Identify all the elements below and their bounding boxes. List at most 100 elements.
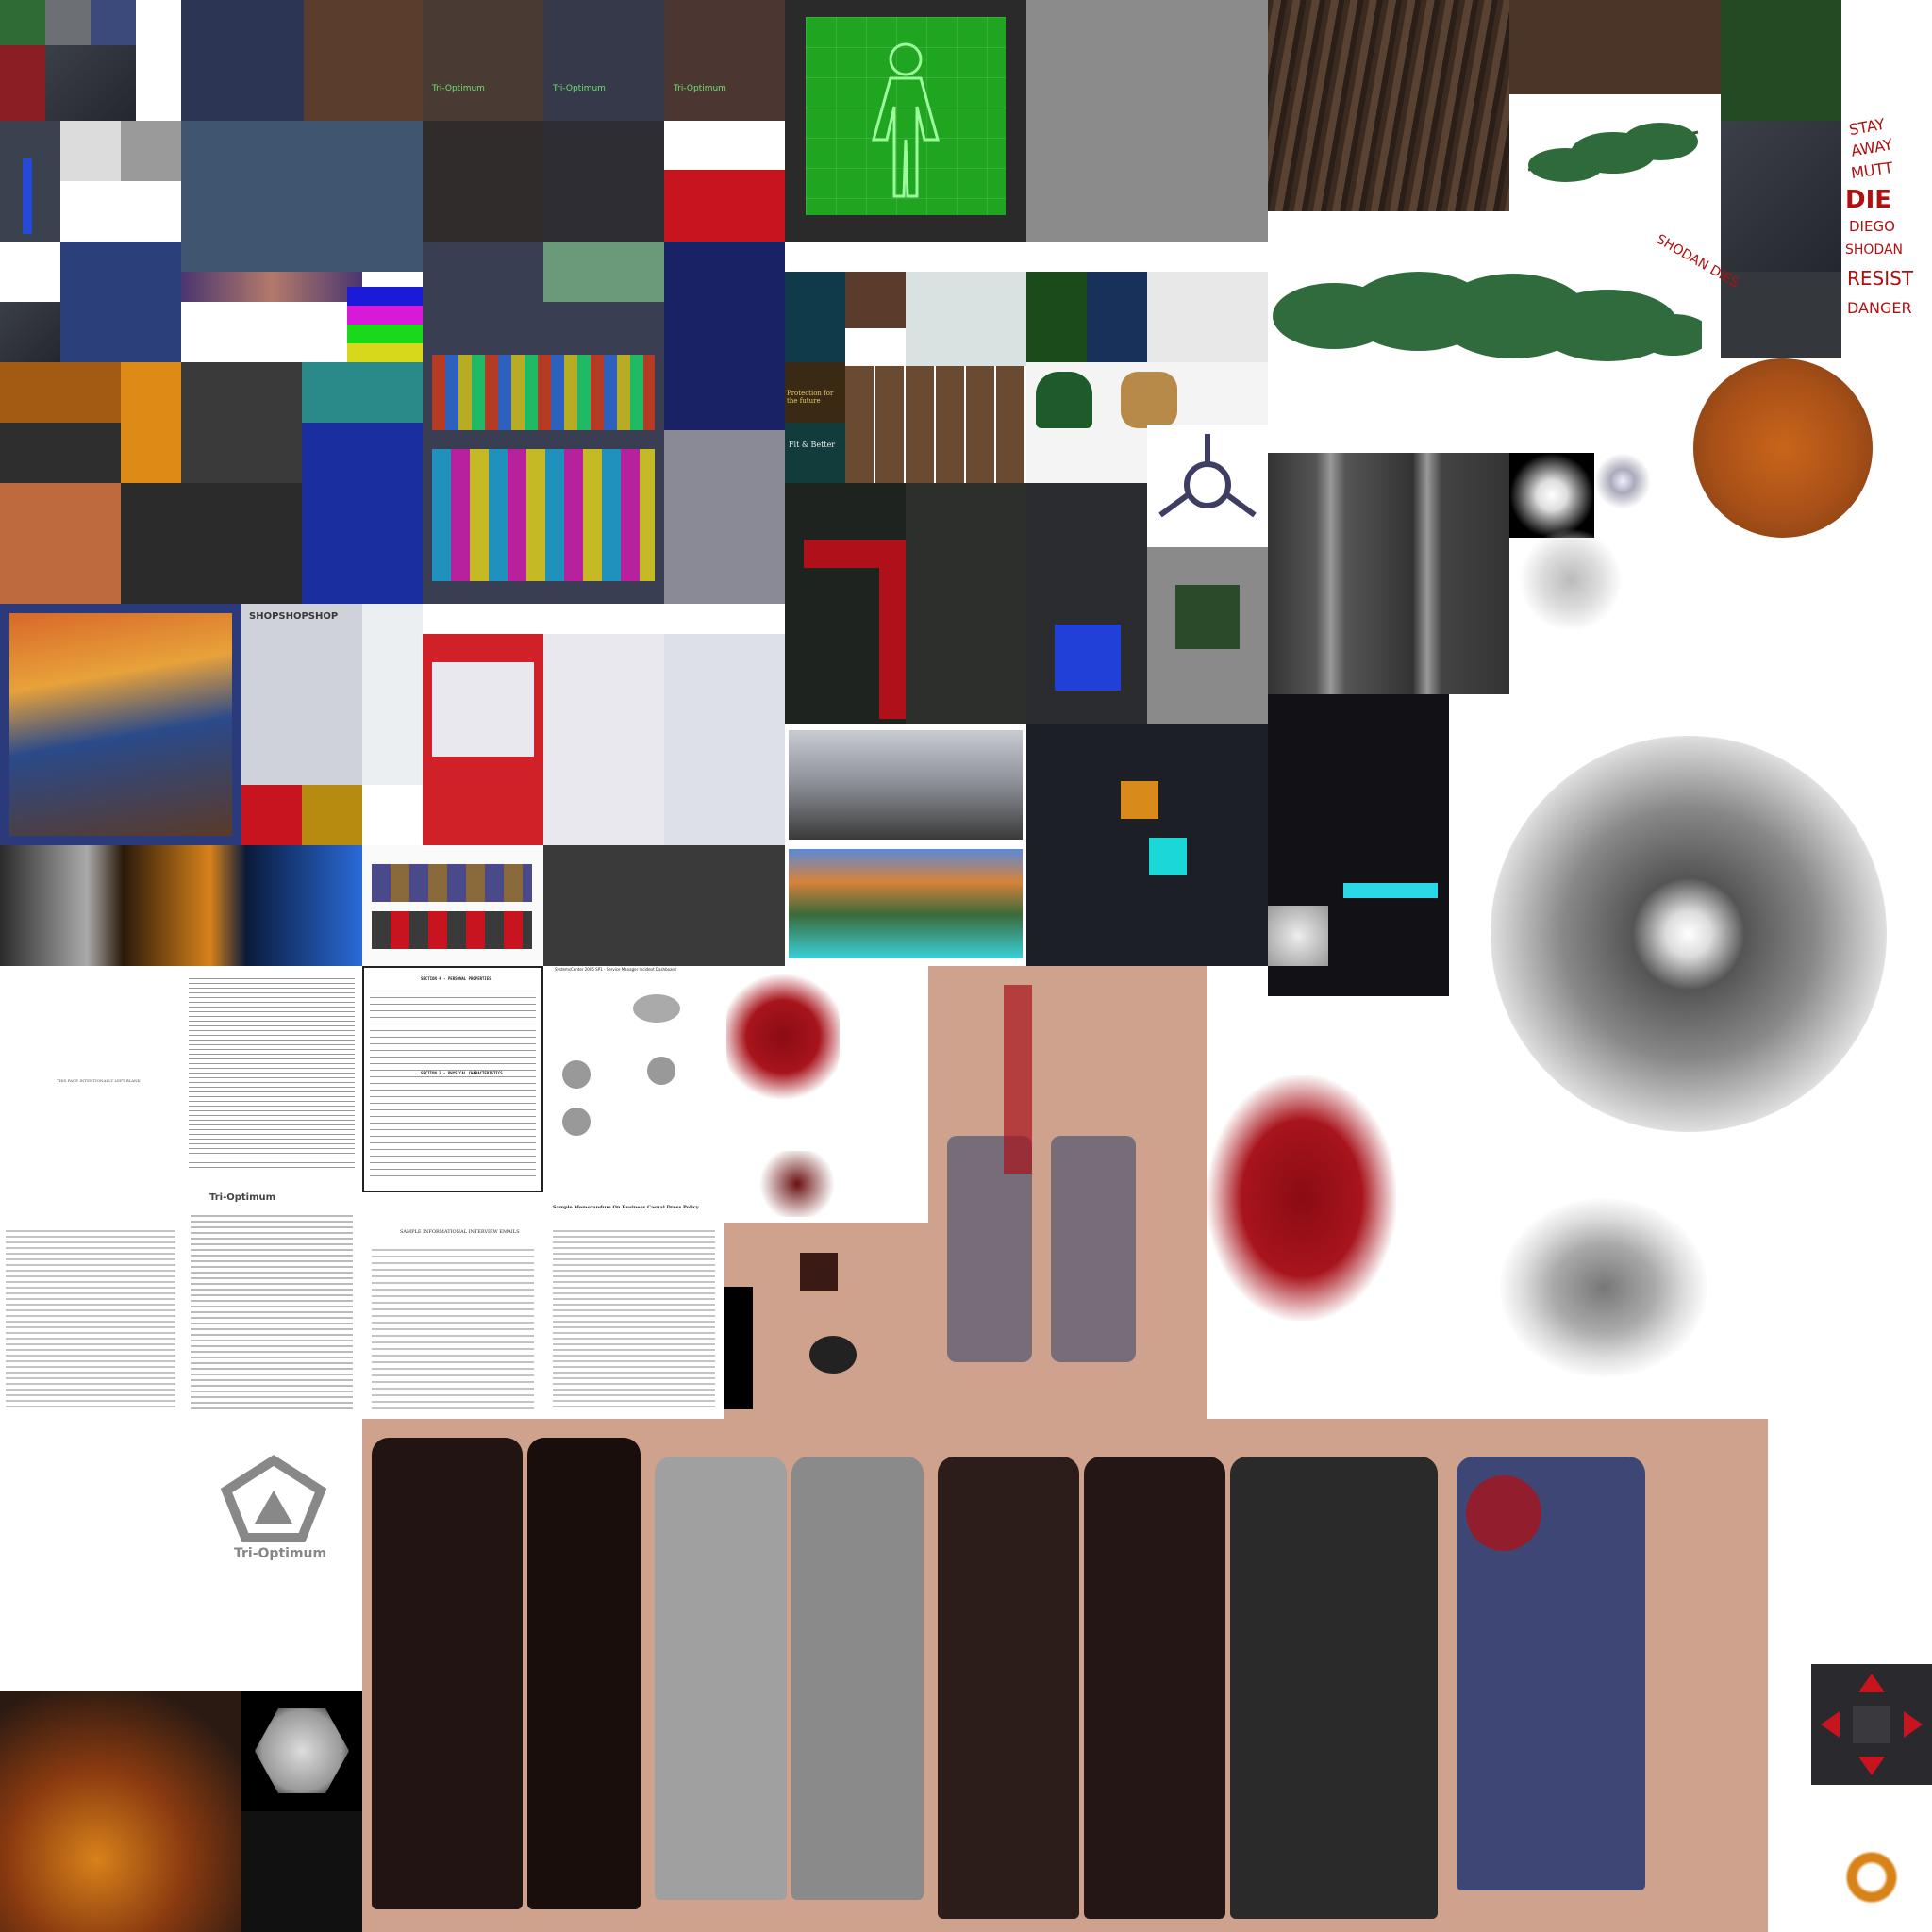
texture-bark-strip [1509,0,1721,94]
pine-branch-small [1527,123,1699,182]
arrow-pad-icon [1821,1674,1923,1775]
texture-tri-claw [1147,425,1268,545]
texture-medical-scanner [785,0,1026,242]
tri-optimum-logo-text: Tri-Optimum [234,1546,327,1561]
shop-sign: SHOPSHOPSHOP [249,611,339,622]
texture-terminal [181,121,423,272]
document-blank-page: THIS PAGE INTENTIONALLY LEFT BLANK [0,966,181,1419]
texture-armory-box [304,0,423,121]
document-financial-table [181,966,362,1177]
texture-fan-panel [1721,121,1841,272]
texture-shop-vending: SHOPSHOPSHOP [242,604,362,785]
texture-vending-machines-top [664,242,785,604]
graffiti-word: DANGER [1847,299,1912,317]
texture-blue-slider [0,121,60,242]
texture-emblem-sheet: Protection for the future Fit & Better [785,272,1026,483]
document-interview-emails: SAMPLE INFORMATIONAL INTERVIEW EMAILS [362,1192,543,1419]
uniform-dark-left [938,1457,1079,1919]
document-memo: Sample Memorandum On Business Casual Dre… [543,1192,724,1419]
texture-dark-wall-b [543,121,664,242]
texture-mountain-rocks [789,730,1023,840]
section-title: SECTION 4 - PERSONAL PROPERTIES [421,976,491,981]
texture-keyboard [0,423,121,483]
texture-brown-wall-3: Tri-Optimum [664,0,785,121]
texture-vending-front [362,604,423,785]
texture-hex-glow [242,1690,362,1811]
uniform-charcoal [1230,1457,1438,1919]
texture-gradient-strip [181,272,362,302]
dashboard-title: SystemsCenter 2005 SP1 - Service Manager… [555,967,676,972]
texture-gray-smoke [1500,1198,1707,1377]
blood-splatter-2 [755,1151,840,1217]
texture-orange-ring [1841,1847,1902,1907]
graffiti-word: STAY [1847,114,1887,140]
texture-white-cross [60,121,121,181]
better-sign: Fit & Better [789,441,836,449]
texture-server [121,483,302,604]
texture-scream-painting [0,604,242,845]
texture-tech-bits [1026,724,1268,966]
graffiti-word: AWAY [1849,135,1894,160]
texture-green-circuit [0,0,45,45]
texture-smoke-puff [1519,528,1623,632]
texture-orange-mesh [1693,358,1873,538]
tri-optimum-sign-3: Tri-Optimum [674,84,726,93]
texture-vending-ito [664,634,785,845]
texture-wood-crate [0,483,121,604]
interview-title: SAMPLE INFORMATIONAL INTERVIEW EMAILS [400,1229,520,1235]
texture-rock-chunk [1268,906,1328,966]
texture-brown-wall-1: Tri-Optimum [423,0,543,121]
uniform-gray-left [655,1457,787,1900]
texture-blue-panel [91,0,136,45]
texture-bar-gradients [0,845,362,966]
texture-gray-grid [45,0,91,45]
texture-red-arrow-pad [1811,1664,1932,1785]
texture-blue-sign [302,423,423,604]
texture-blue-crystal [1087,272,1147,362]
texture-dark-wall-a [423,121,543,242]
texture-color-bars [347,287,423,362]
graffiti-word: DIE [1845,186,1892,214]
texture-red-crate [0,45,45,121]
graffiti-sheet: STAY AWAY MUTT DIE DIEGO SHODAN RESIST D… [1841,0,1932,358]
document-personal-properties: SECTION 4 - PERSONAL PROPERTIES SECTION … [362,966,543,1192]
texture-red-block [664,170,785,242]
tri-claw-icon [1158,434,1257,518]
texture-barrel [121,121,181,181]
texture-arrow-pad [1721,272,1841,358]
texture-gray-wall [181,362,302,483]
tri-optimum-sign-2: Tri-Optimum [553,84,606,93]
texture-lava-rock [0,1690,242,1932]
uniform-black-left [372,1438,523,1909]
texture-blue-vent [181,0,304,121]
texture-metal-streaks [1268,453,1509,694]
tri-optimum-sign-1: Tri-Optimum [432,84,485,93]
uniform-dark-right [1084,1457,1225,1919]
graffiti-word: RESIST [1847,267,1914,290]
texture-circuit-board [543,845,785,966]
graffiti-word: MUTT [1849,158,1894,183]
texture-orange-console [0,362,121,423]
texture-lake-mountains [789,849,1023,958]
texture-vending-white [543,634,664,845]
uniform-gray-right [791,1457,924,1900]
graffiti-word: SHODAN [1845,242,1904,258]
blood-splatter-3 [1208,1075,1396,1321]
texture-dark-vent [45,45,136,121]
tri-optimum-logo-icon [220,1455,327,1542]
doc-tri-optimum: Tri-Optimum [209,1192,276,1203]
memo-title: Sample Memorandum On Business Casual Dre… [553,1205,699,1210]
texture-fan [0,302,60,362]
texture-tree-top [1721,0,1841,121]
texture-green-drawers [906,483,1026,724]
texture-star-decals [724,1287,753,1409]
texture-target [121,362,181,483]
protection-sign: Protection for the future [787,390,834,405]
texture-bluemesh [60,242,181,362]
texture-gloves-sheet [362,845,543,966]
document-tri-optimum-letter: Tri-Optimum [181,1177,362,1419]
tri-optimum-logo: Tri-Optimum [208,1453,340,1575]
texture-spark [1594,453,1651,509]
texture-vending-red [423,634,543,845]
texture-blue-wall-2: Tri-Optimum [543,0,664,121]
